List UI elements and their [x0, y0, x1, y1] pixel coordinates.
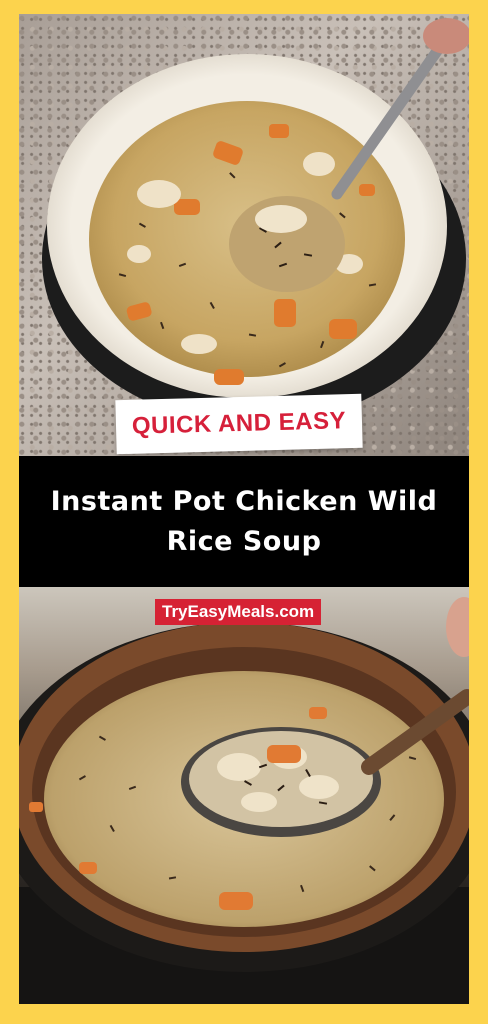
recipe-title: Instant Pot Chicken Wild Rice Soup [50, 485, 438, 557]
pin-frame: QUICK AND EASY Instant Pot Chicken Wild … [19, 14, 469, 1004]
bottom-photo [19, 587, 469, 1004]
title-band: Instant Pot Chicken Wild Rice Soup [19, 456, 469, 587]
hand-bottom [446, 597, 469, 657]
top-photo [19, 14, 469, 456]
site-label: TryEasyMeals.com [155, 599, 322, 625]
hand [423, 18, 469, 54]
soup-pot-photo [19, 597, 469, 1004]
site-url: TryEasyMeals.com [162, 602, 315, 621]
badge-label: QUICK AND EASY [131, 407, 347, 440]
pin-canvas: { "badge": { "label": "QUICK AND EASY" }… [0, 0, 488, 1024]
soup-bowl-photo [42, 18, 469, 424]
quick-and-easy-badge: QUICK AND EASY [115, 393, 363, 455]
